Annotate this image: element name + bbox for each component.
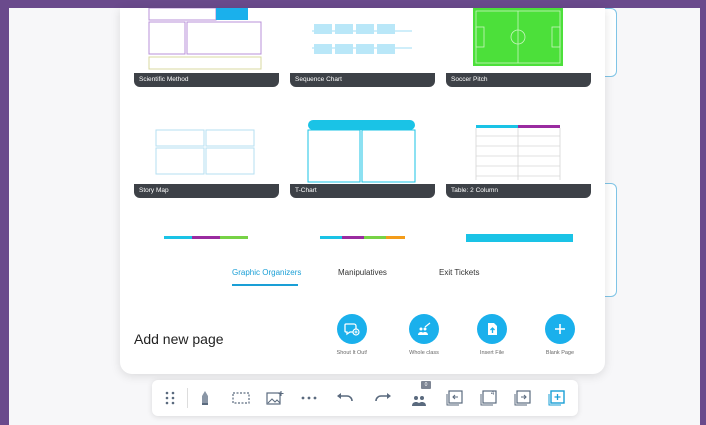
template-thumbnail [134, 8, 279, 73]
participants-icon[interactable] [410, 392, 428, 410]
plus-icon [545, 314, 575, 344]
template-label: Soccer Pitch [446, 73, 591, 87]
previous-page-icon[interactable] [446, 389, 464, 407]
template-thumbnail [290, 8, 435, 73]
action-label: Shout It Out! [336, 350, 368, 356]
insert-file-button[interactable]: Insert File [457, 314, 527, 356]
whole-class-icon [409, 314, 439, 344]
template-label: Story Map [134, 184, 279, 198]
blank-page-button[interactable]: Blank Page [525, 314, 595, 356]
add-page-icon[interactable] [548, 389, 566, 407]
shout-it-out-button[interactable]: Shout It Out! [317, 314, 387, 356]
page-number: 4 [490, 391, 495, 397]
side-panel-tab-top[interactable] [604, 8, 617, 77]
window-frame-left [0, 0, 9, 425]
template-label: T-Chart [290, 184, 435, 198]
template-thumbnail [446, 8, 591, 73]
redo-icon[interactable] [374, 389, 392, 407]
bottom-toolbar: 0 4 [152, 380, 578, 416]
template-thumbnail-partial [320, 236, 405, 239]
template-category-tabs: Graphic Organizers Manipulatives Exit Ti… [120, 268, 605, 290]
scientific-method-diagram [148, 8, 262, 70]
window-frame-top [0, 0, 706, 8]
sequence-chart-diagram [312, 24, 412, 54]
template-thumbnail [290, 116, 435, 184]
template-thumbnail [134, 116, 279, 184]
file-upload-icon [477, 314, 507, 344]
tab-exit-tickets[interactable]: Exit Tickets [439, 268, 479, 277]
template-label: Sequence Chart [290, 73, 435, 87]
template-label: Table: 2 Column [446, 184, 591, 198]
soccer-pitch-diagram [473, 8, 563, 66]
table-2-column-diagram [475, 125, 561, 180]
tab-manipulatives[interactable]: Manipulatives [338, 268, 387, 277]
next-page-icon[interactable] [514, 389, 532, 407]
page-number-indicator[interactable]: 4 [480, 389, 498, 407]
t-chart-diagram [307, 120, 416, 183]
pen-tool-icon[interactable] [196, 389, 214, 407]
window-frame-right [700, 0, 706, 425]
active-tab-indicator [232, 284, 298, 286]
select-area-icon[interactable] [232, 389, 250, 407]
more-options-icon[interactable] [300, 389, 318, 407]
action-label: Blank Page [545, 350, 575, 356]
chat-add-icon [337, 314, 367, 344]
add-new-page-title: Add new page [134, 331, 224, 347]
template-card-partial[interactable] [134, 230, 279, 242]
add-page-panel: Scientific Method Sequence Chart Soccer … [120, 8, 605, 374]
template-card-partial[interactable] [446, 230, 591, 242]
drag-handle-icon[interactable] [161, 389, 179, 407]
toolbar-divider [187, 388, 188, 408]
tab-graphic-organizers[interactable]: Graphic Organizers [232, 268, 301, 277]
template-thumbnail-partial [466, 234, 573, 242]
undo-icon[interactable] [336, 389, 354, 407]
template-thumbnail [446, 116, 591, 184]
action-label: Insert File [479, 350, 505, 356]
story-map-diagram [155, 129, 255, 175]
whole-class-button[interactable]: Whole class [389, 314, 459, 356]
template-card-partial[interactable] [290, 230, 435, 242]
action-label: Whole class [409, 350, 439, 356]
insert-image-icon[interactable] [266, 389, 284, 407]
template-label: Scientific Method [134, 73, 279, 87]
side-panel-tab-middle[interactable] [604, 183, 617, 297]
participants-count-badge: 0 [421, 381, 431, 389]
template-thumbnail-partial [164, 236, 248, 239]
